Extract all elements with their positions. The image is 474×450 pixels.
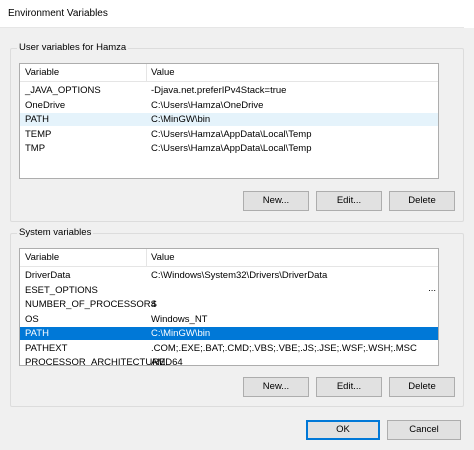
user-variables-list[interactable]: Variable Value _JAVA_OPTIONS -Djava.net.p… [19,63,439,179]
user-variable-row-variable: TEMP [25,128,52,140]
user-header-separator[interactable] [146,64,147,82]
system-variable-row-variable: ESET_OPTIONS [25,284,98,296]
system-header-value[interactable]: Value [151,252,175,263]
system-edit-button[interactable]: Edit... [316,377,382,397]
system-new-button[interactable]: New... [243,377,309,397]
system-variable-row-value: Windows_NT [151,313,208,325]
user-variable-row-value: C:\Users\Hamza\AppData\Local\Temp [151,128,312,140]
user-variables-group: User variables for Hamza Variable Value … [10,42,464,222]
user-variable-row[interactable]: _JAVA_OPTIONS -Djava.net.preferIPv4Stack=… [20,84,438,97]
user-variables-label: User variables for Hamza [17,42,129,53]
title-bar: Environment Variables [0,0,474,28]
overflow-ellipsis: ... [428,282,436,294]
title-bar-edge [464,0,474,28]
system-variable-row-value: C:\MinGW\bin [151,328,211,339]
system-list-header: Variable Value [20,249,438,267]
user-variable-row-value: C:\Users\Hamza\OneDrive [151,99,264,111]
window-title: Environment Variables [8,8,108,19]
system-variable-row-value: .COM;.EXE;.BAT;.CMD;.VBS;.VBE;.JS;.JSE;.… [151,342,417,354]
user-variable-row[interactable]: TMP C:\Users\Hamza\AppData\Local\Temp [20,142,438,155]
user-header-variable[interactable]: Variable [25,67,59,78]
user-variable-row-variable: TMP [25,143,46,154]
system-variable-row[interactable]: OS Windows_NT [20,313,438,326]
user-variable-row-value: C:\MinGW\bin [151,114,211,125]
user-edit-button[interactable]: Edit... [316,191,382,211]
system-variable-row-value: C:\Windows\System32\Drivers\DriverData [151,270,328,281]
system-variable-row[interactable]: PATHEXT .COM;.EXE;.BAT;.CMD;.VBS;.VBE;.JS… [20,342,438,355]
user-variable-row-value: C:\Users\Hamza\AppData\Local\Temp [151,143,312,154]
user-variable-row[interactable]: OneDrive C:\Users\Hamza\OneDrive [20,99,438,112]
system-variable-row-variable: PATH [25,328,49,339]
system-variable-row-variable: NUMBER_OF_PROCESSORS [25,299,157,310]
system-variable-row[interactable]: PROCESSOR_ARCHITECTURE AMD64 [20,356,438,366]
user-variable-row-variable: PATH [25,114,49,125]
cancel-button[interactable]: Cancel [387,420,461,440]
system-variable-row-variable: PATHEXT [25,342,68,354]
system-variables-list[interactable]: Variable Value DriverData C:\Windows\Syst… [19,248,439,366]
ok-button[interactable]: OK [306,420,380,440]
system-variable-row-variable: DriverData [25,270,71,281]
system-variable-row-variable: PROCESSOR_ARCHITECTURE [25,357,166,366]
system-delete-button[interactable]: Delete [389,377,455,397]
user-variable-row[interactable]: TEMP C:\Users\Hamza\AppData\Local\Temp [20,128,438,141]
system-variable-row[interactable]: DriverData C:\Windows\System32\Drivers\Dr… [20,269,438,282]
system-header-separator[interactable] [146,249,147,267]
system-variable-row-variable: OS [25,313,39,325]
system-variable-row[interactable]: ESET_OPTIONS... [20,282,438,297]
user-variable-row-variable: OneDrive [25,99,66,111]
user-delete-button[interactable]: Delete [389,191,455,211]
system-variable-row-value: 4 [151,299,157,310]
user-variable-row-value: -Djava.net.preferIPv4Stack=true [151,85,287,96]
user-variable-row-variable: _JAVA_OPTIONS [25,85,101,96]
system-variable-row[interactable]: PATH C:\MinGW\bin [20,327,438,340]
system-variables-group: System variables Variable Value DriverDa… [10,227,464,407]
user-header-value[interactable]: Value [151,67,175,78]
user-new-button[interactable]: New... [243,191,309,211]
system-variables-label: System variables [17,227,94,238]
system-header-variable[interactable]: Variable [25,252,59,263]
user-list-header: Variable Value [20,64,438,82]
system-variable-row-value: AMD64 [151,357,183,366]
system-variable-row[interactable]: NUMBER_OF_PROCESSORS 4 [20,298,438,311]
user-variable-row[interactable]: PATH C:\MinGW\bin [20,113,438,126]
